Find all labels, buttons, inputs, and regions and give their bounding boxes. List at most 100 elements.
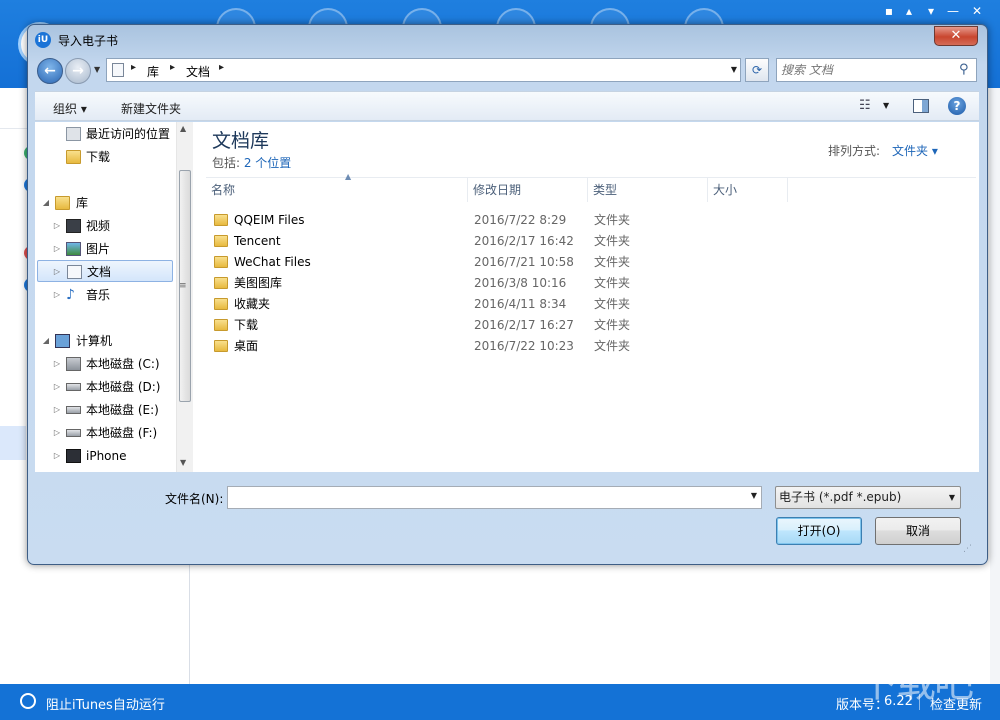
resize-grip-icon[interactable]: ⋰ xyxy=(963,544,972,554)
filename-input[interactable]: ▼ xyxy=(227,486,762,509)
column-date-modified[interactable]: 修改日期 xyxy=(468,178,588,202)
favorites-folder-icon xyxy=(214,298,228,310)
file-row[interactable]: QQEIM Files 2016/7/22 8:29 文件夹 xyxy=(212,210,952,231)
nav-item-videos[interactable]: ▷ 视频 xyxy=(35,215,175,237)
app-scrollbar[interactable] xyxy=(990,88,1000,684)
nav-item-iphone[interactable]: ▷ iPhone xyxy=(35,445,175,467)
nav-scrollbar[interactable]: ▲ ≡ ▼ xyxy=(176,122,193,472)
nav-label: 文档 xyxy=(87,265,112,279)
downloads-folder-icon xyxy=(214,319,228,331)
file-name: Tencent xyxy=(234,234,281,248)
help-icon[interactable]: ? xyxy=(948,97,966,115)
nav-item-libraries[interactable]: ◢ 库 xyxy=(35,192,175,214)
app-status-bar: 阻止iTunes自动运行 版本号： 6.22 检查更新 xyxy=(0,684,1000,720)
breadcrumb-libraries[interactable]: 库 xyxy=(147,63,159,80)
collapsed-arrow-icon[interactable]: ▷ xyxy=(52,284,62,306)
file-date: 2016/7/21 10:58 xyxy=(474,255,574,269)
file-row[interactable]: 桌面 2016/7/22 10:23 文件夹 xyxy=(212,336,952,357)
file-row[interactable]: Tencent 2016/2/17 16:42 文件夹 xyxy=(212,231,952,252)
nav-label: iPhone xyxy=(86,449,127,463)
expanded-arrow-icon[interactable]: ◢ xyxy=(41,192,51,214)
collapsed-arrow-icon[interactable]: ▷ xyxy=(52,376,62,398)
includes-locations-link[interactable]: 2 个位置 xyxy=(244,156,291,170)
arrange-by-dropdown[interactable]: 文件夹 ▾ xyxy=(892,142,938,159)
folder-icon xyxy=(214,214,228,226)
menu-icon[interactable]: ▾ xyxy=(920,2,942,20)
collapsed-arrow-icon[interactable]: ▷ xyxy=(52,445,62,467)
scroll-up-icon[interactable]: ▲ xyxy=(180,124,186,133)
cancel-button[interactable]: 取消 xyxy=(875,517,961,545)
nav-label: 图片 xyxy=(86,242,111,256)
address-bar[interactable]: ▸ 库 ▸ 文档 ▸ ▼ xyxy=(106,58,741,82)
preview-pane-icon[interactable] xyxy=(913,99,929,113)
arrange-by-label: 排列方式: xyxy=(828,144,881,158)
breadcrumb-documents[interactable]: 文档 xyxy=(186,63,210,80)
column-size[interactable]: 大小 xyxy=(708,178,788,202)
nav-item-drive-d[interactable]: ▷ 本地磁盘 (D:) xyxy=(35,376,175,398)
collapsed-arrow-icon[interactable]: ▷ xyxy=(52,261,62,283)
file-row[interactable]: 美图图库 2016/3/8 10:16 文件夹 xyxy=(212,273,952,294)
file-type: 文件夹 xyxy=(594,234,631,248)
nav-item-drive-f[interactable]: ▷ 本地磁盘 (F:) xyxy=(35,422,175,444)
nav-label: 音乐 xyxy=(86,288,111,302)
file-row[interactable]: WeChat Files 2016/7/21 10:58 文件夹 xyxy=(212,252,952,273)
libraries-icon xyxy=(55,196,70,210)
file-type-select[interactable]: 电子书 (*.pdf *.epub) ▼ xyxy=(775,486,961,509)
close-app-icon[interactable]: ✕ xyxy=(966,2,988,20)
collapsed-arrow-icon[interactable]: ▷ xyxy=(52,399,62,421)
search-input[interactable] xyxy=(781,61,951,79)
file-type-value: 电子书 (*.pdf *.epub) xyxy=(779,490,902,504)
nav-item-documents[interactable]: ▷ 文档 xyxy=(37,260,173,282)
itunes-block-checkbox[interactable] xyxy=(20,693,36,709)
search-box[interactable]: ⚲ xyxy=(776,58,977,82)
chevron-right-icon[interactable]: ▸ xyxy=(219,62,224,73)
drive-icon xyxy=(66,406,81,414)
navigation-pane: 最近访问的位置 下载 ◢ 库 ▷ 视频 ▷ 图片 ▷ 文档 ▷ ♪ 音乐 ◢ 计… xyxy=(35,122,193,472)
documents-icon xyxy=(112,63,124,77)
file-row[interactable]: 收藏夹 2016/4/11 8:34 文件夹 xyxy=(212,294,952,315)
organize-menu[interactable]: 组织 ▾ xyxy=(53,100,87,117)
new-folder-button[interactable]: 新建文件夹 xyxy=(121,100,181,117)
file-date: 2016/7/22 8:29 xyxy=(474,213,567,227)
chevron-down-icon[interactable]: ▼ xyxy=(883,101,889,110)
nav-item-music[interactable]: ▷ ♪ 音乐 xyxy=(35,284,175,306)
refresh-button[interactable]: ⟳ xyxy=(745,58,769,82)
column-name[interactable]: 名称 xyxy=(206,178,468,202)
file-row[interactable]: 下载 2016/2/17 16:27 文件夹 xyxy=(212,315,952,336)
nav-item-drive-e[interactable]: ▷ 本地磁盘 (E:) xyxy=(35,399,175,421)
chevron-right-icon[interactable]: ▸ xyxy=(131,62,136,73)
itunes-block-label[interactable]: 阻止iTunes自动运行 xyxy=(46,694,165,713)
nav-label: 计算机 xyxy=(76,334,113,348)
system-drive-icon xyxy=(66,357,81,371)
collapsed-arrow-icon[interactable]: ▷ xyxy=(52,422,62,444)
nav-item-pictures[interactable]: ▷ 图片 xyxy=(35,238,175,260)
chevron-down-icon[interactable]: ▼ xyxy=(949,487,955,508)
expanded-arrow-icon[interactable]: ◢ xyxy=(41,330,51,352)
nav-item-recent-places[interactable]: 最近访问的位置 xyxy=(35,123,175,145)
nav-item-drive-c[interactable]: ▷ 本地磁盘 (C:) xyxy=(35,353,175,375)
column-type[interactable]: 类型 xyxy=(588,178,708,202)
collapsed-arrow-icon[interactable]: ▷ xyxy=(52,238,62,260)
collapsed-arrow-icon[interactable]: ▷ xyxy=(52,353,62,375)
collapsed-arrow-icon[interactable]: ▷ xyxy=(52,215,62,237)
open-button[interactable]: 打开(O) xyxy=(776,517,862,545)
feedback-icon[interactable]: ▪ xyxy=(878,2,900,20)
scroll-down-icon[interactable]: ▼ xyxy=(180,458,186,467)
nav-item-computer[interactable]: ◢ 计算机 xyxy=(35,330,175,352)
nav-label: 库 xyxy=(76,196,89,210)
view-options-icon[interactable]: ☷ xyxy=(859,98,871,113)
chevron-down-icon[interactable]: ▼ xyxy=(727,59,741,81)
forward-button[interactable]: → xyxy=(65,58,91,84)
sidebar-selected-item[interactable] xyxy=(0,426,26,460)
nav-item-downloads[interactable]: 下载 xyxy=(35,146,175,168)
chevron-down-icon[interactable]: ▼ xyxy=(751,491,757,500)
search-icon[interactable]: ⚲ xyxy=(959,62,969,77)
back-button[interactable]: ← xyxy=(37,58,63,84)
close-button[interactable]: ✕ xyxy=(934,26,978,46)
recent-pages-dropdown-icon[interactable]: ▼ xyxy=(94,65,100,74)
file-date: 2016/2/17 16:27 xyxy=(474,318,574,332)
library-title: 文档库 xyxy=(212,130,270,152)
skin-icon[interactable]: ▴ xyxy=(898,2,920,20)
minimize-icon[interactable]: — xyxy=(942,2,964,20)
chevron-right-icon[interactable]: ▸ xyxy=(170,62,175,73)
